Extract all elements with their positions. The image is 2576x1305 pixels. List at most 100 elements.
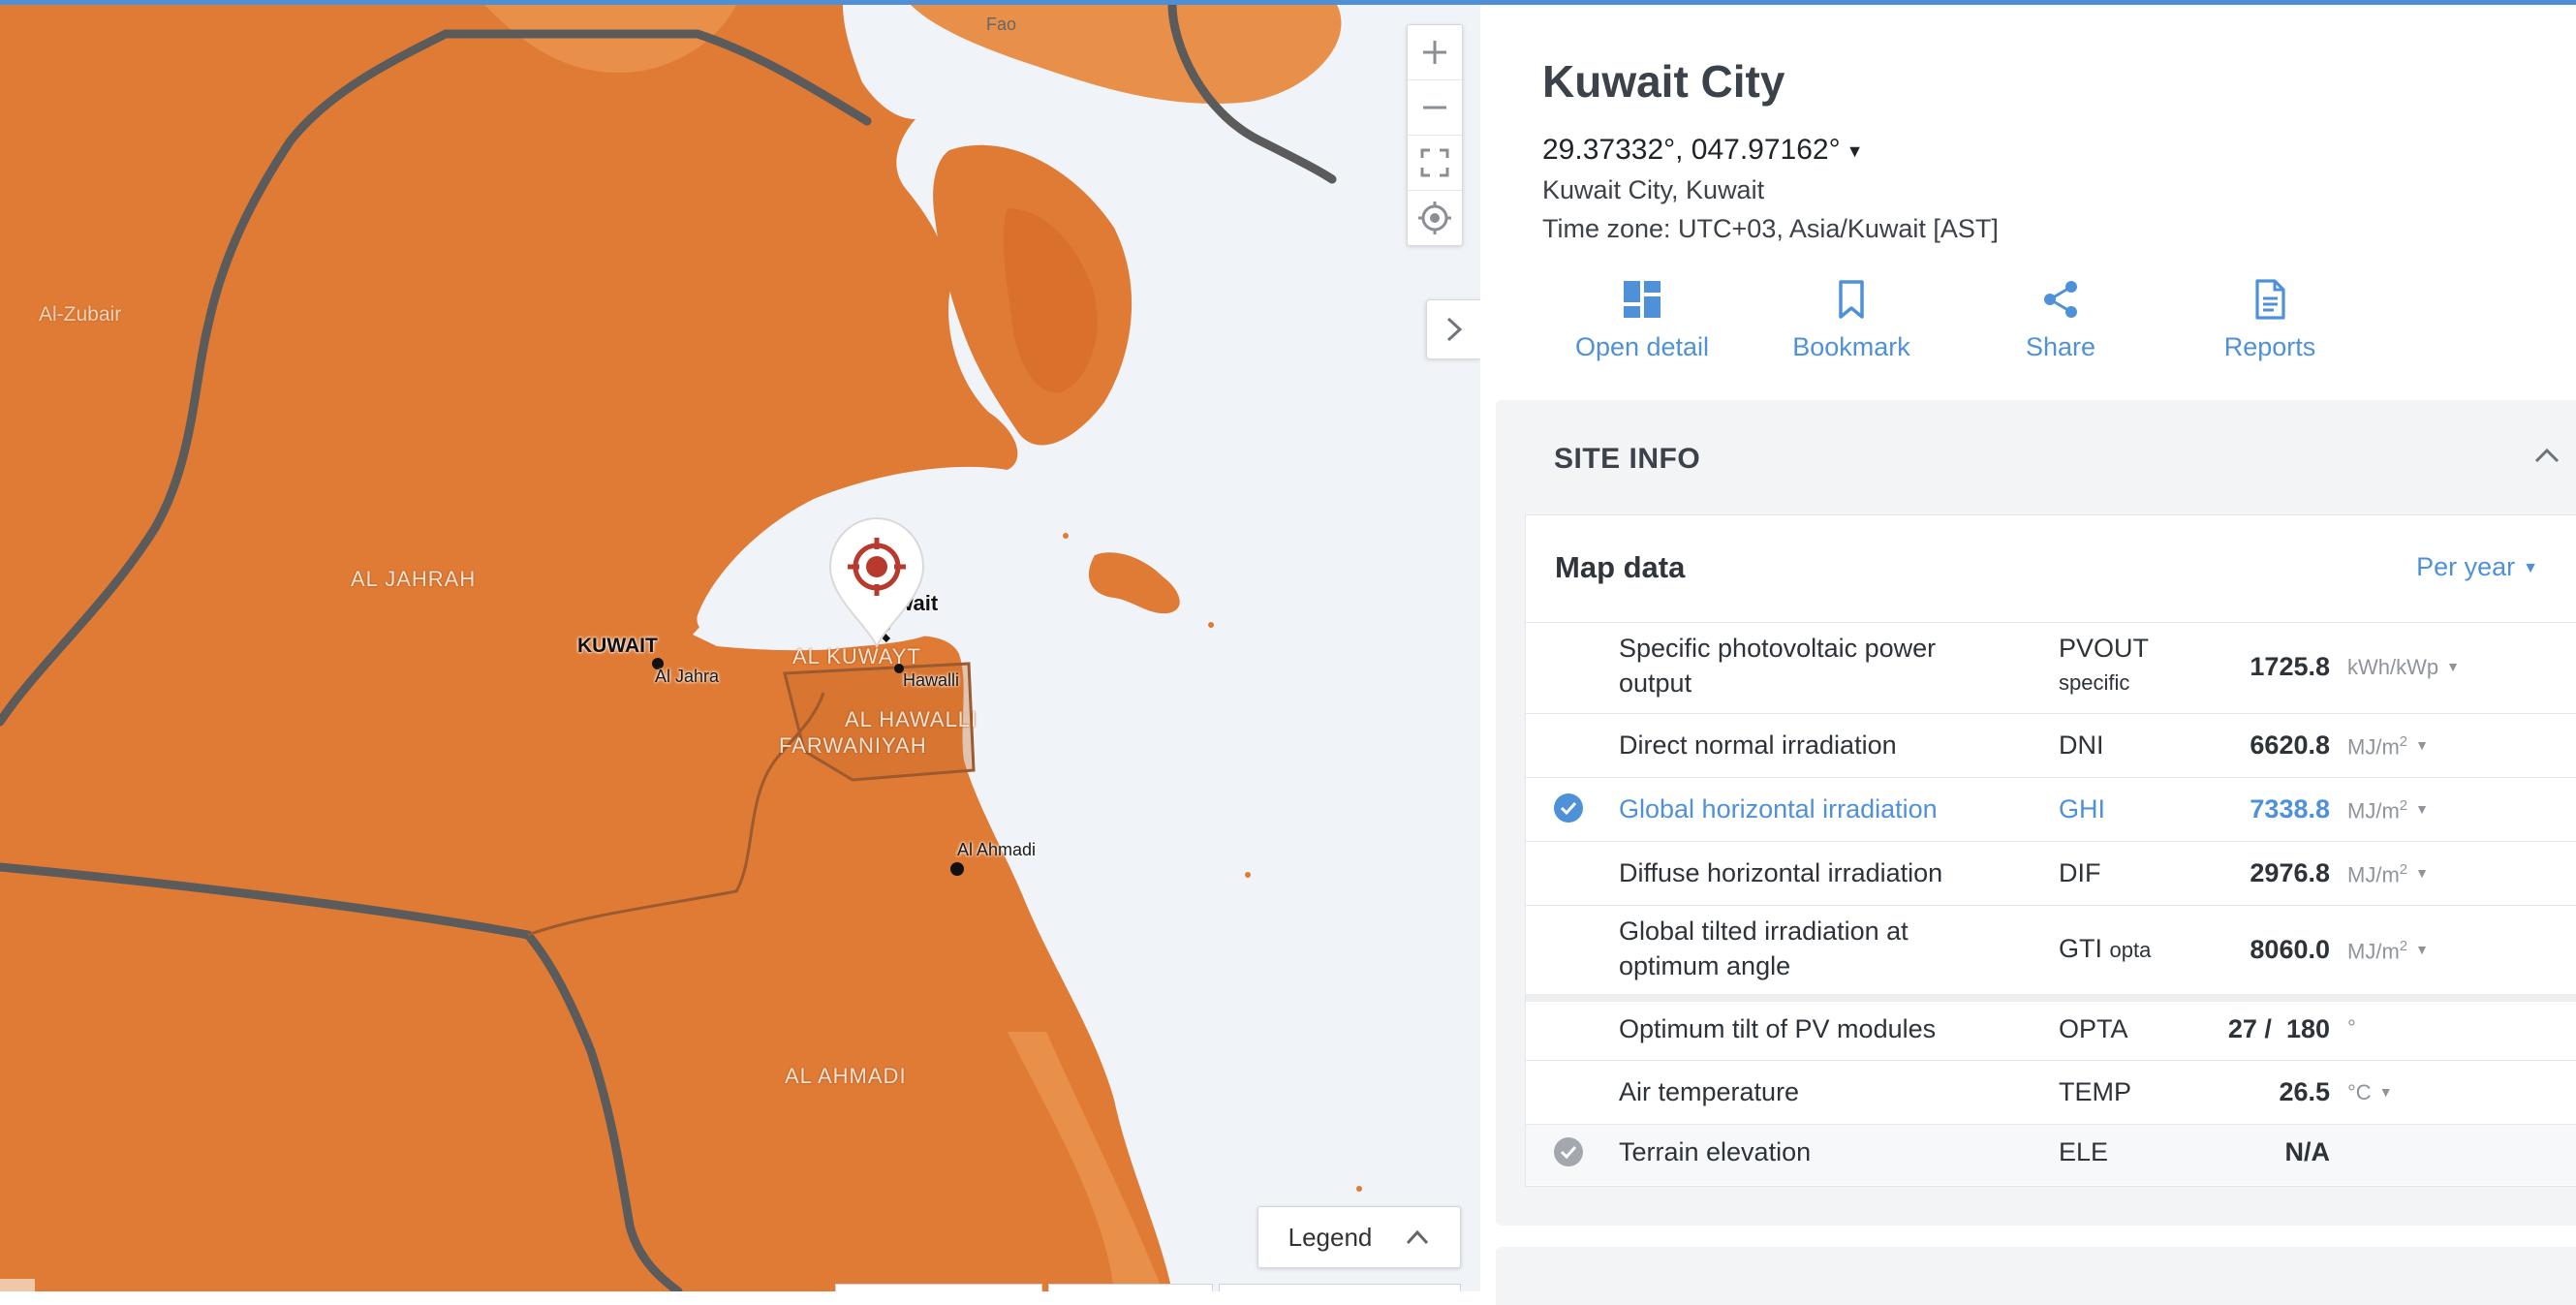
next-section-card xyxy=(1496,1247,2576,1305)
row-value: 6620.8 xyxy=(2250,730,2330,760)
caret-down-icon: ▼ xyxy=(2415,865,2429,881)
bookmark-button[interactable]: Bookmark xyxy=(1754,278,1948,362)
unit-dropdown[interactable]: MJ/m2 ▼ xyxy=(2347,797,2429,823)
coordinates-value: 29.37332°, 047.97162° xyxy=(1542,134,1841,166)
unit-dropdown[interactable]: MJ/m2 ▼ xyxy=(2347,733,2429,760)
chevron-right-icon xyxy=(1446,317,1463,342)
fullscreen-button[interactable] xyxy=(1408,136,1462,191)
row-name: Diffuse horizontal irradiation xyxy=(1619,858,1943,887)
site-info-toggle[interactable] xyxy=(2533,439,2560,472)
place-label-hawalli: Hawalli xyxy=(903,670,960,690)
unit-dropdown[interactable]: MJ/m2 ▼ xyxy=(2347,938,2429,964)
share-label: Share xyxy=(2025,332,2096,361)
map-bottom-tab[interactable] xyxy=(1048,1284,1213,1291)
al-ahmadi-dot xyxy=(950,862,964,876)
site-timezone: Time zone: UTC+03, Asia/Kuwait [AST] xyxy=(1542,214,1999,243)
site-info-section: SITE INFO Map data Per year ▼ Specific ph… xyxy=(1496,400,2576,1226)
place-label-al-ahmadi-city: Al Ahmadi xyxy=(957,840,1037,859)
row-value: 8060.0 xyxy=(2250,935,2330,964)
map-canvas[interactable]: ✖ xyxy=(0,5,1480,1291)
row-abbr: DIF xyxy=(2059,858,2101,887)
row-abbr: TEMP xyxy=(2059,1077,2132,1106)
bookmark-label: Bookmark xyxy=(1792,332,1910,361)
row-abbr: GTI opta xyxy=(2059,934,2152,963)
zoom-in-button[interactable] xyxy=(1408,25,1462,80)
minus-icon xyxy=(1423,106,1446,109)
crosshair-icon xyxy=(1418,202,1451,234)
period-dropdown[interactable]: Per year ▼ xyxy=(2416,552,2538,582)
place-label-al-hawalli: AL HAWALLI xyxy=(845,707,978,731)
row-value: 7338.8 xyxy=(2250,794,2330,823)
row-value: 2976.8 xyxy=(2250,858,2330,887)
map-controls xyxy=(1407,24,1463,246)
document-icon xyxy=(2255,279,2285,320)
site-location: Kuwait City, Kuwait xyxy=(1542,175,1765,204)
share-button[interactable]: Share xyxy=(1964,278,2157,362)
share-icon xyxy=(2044,281,2077,318)
map-bottom-tab[interactable] xyxy=(835,1284,1042,1291)
place-label-al-zubair: Al-Zubair xyxy=(39,303,122,326)
row-name: Terrain elevation xyxy=(1619,1137,1812,1166)
data-row-ghi[interactable]: Global horizontal irradiation GHI 7338.8… xyxy=(1526,777,2576,842)
caret-down-icon: ▼ xyxy=(2378,1084,2393,1100)
caret-down-icon: ▼ xyxy=(2415,801,2429,817)
place-label-al-jahra: Al Jahra xyxy=(655,667,720,686)
data-row-temp[interactable]: Air temperature TEMP 26.5 °C ▼ xyxy=(1526,1060,2576,1125)
action-bar: Open detail Bookmark Share Reports xyxy=(1480,278,2576,385)
chevron-up-icon xyxy=(2534,448,2560,463)
row-name: Direct normal irradiation xyxy=(1619,730,1897,760)
unit-dropdown[interactable]: kWh/kWp ▼ xyxy=(2347,655,2460,680)
place-label-al-jahrah: AL JAHRAH xyxy=(351,567,477,591)
row-abbr: DNI xyxy=(2059,730,2104,760)
row-value: N/A xyxy=(2284,1137,2331,1166)
plus-icon xyxy=(1423,41,1446,64)
site-title: Kuwait City xyxy=(1542,56,1785,107)
row-name: Optimum tilt of PV modules xyxy=(1619,1014,1937,1043)
row-value: 27 / 180 xyxy=(2227,1014,2330,1043)
caret-down-icon: ▼ xyxy=(2446,659,2460,674)
data-row-pvout[interactable]: Specific photovoltaic power output PVOUT… xyxy=(1526,622,2576,714)
reports-button[interactable]: Reports xyxy=(2173,278,2367,362)
dashboard-icon xyxy=(1624,281,1660,318)
legend-button[interactable]: Legend xyxy=(1257,1206,1461,1268)
site-panel: Kuwait City 29.37332°, 047.97162° ▼ Kuwai… xyxy=(1480,5,2576,1305)
legend-label: Legend xyxy=(1288,1222,1373,1252)
caret-down-icon: ▼ xyxy=(2523,559,2538,576)
chevron-up-icon xyxy=(1407,1229,1429,1245)
row-name: Specific photovoltaic power output xyxy=(1619,634,1937,698)
row-name: Global tilted irradiation at optimum ang… xyxy=(1619,917,1909,980)
site-info-heading[interactable]: SITE INFO xyxy=(1554,443,1700,476)
map-bottom-tab[interactable] xyxy=(1219,1284,1461,1291)
row-value: 26.5 xyxy=(2279,1077,2330,1106)
check-circle-icon[interactable] xyxy=(1553,792,1584,823)
data-row-dif[interactable]: Diffuse horizontal irradiation DIF 2976.… xyxy=(1526,841,2576,906)
row-unit: ° xyxy=(2347,1015,2356,1040)
data-row-dni[interactable]: Direct normal irradiation DNI 6620.8 MJ/… xyxy=(1526,713,2576,778)
unit-dropdown[interactable]: MJ/m2 ▼ xyxy=(2347,861,2429,887)
caret-down-icon: ▼ xyxy=(2415,737,2429,753)
reports-label: Reports xyxy=(2223,332,2316,361)
row-abbr: OPTA xyxy=(2059,1014,2128,1043)
caret-down-icon: ▼ xyxy=(1846,140,1864,161)
data-row-gti[interactable]: Global tilted irradiation at optimum ang… xyxy=(1526,905,2576,995)
zoom-out-button[interactable] xyxy=(1408,80,1462,136)
place-label-kuwait: KUWAIT xyxy=(577,635,658,657)
place-label-al-ahmadi: AL AHMADI xyxy=(785,1064,907,1088)
collapse-panel-button[interactable] xyxy=(1426,299,1480,359)
open-detail-button[interactable]: Open detail xyxy=(1545,278,1739,362)
data-row-ele[interactable]: Terrain elevation ELE N/A xyxy=(1526,1124,2576,1185)
place-label-fao: Fao xyxy=(986,15,1017,34)
map-view[interactable]: ✖ Fao Al-Zubair AL JAHRAH KUWAIT Al Jahr… xyxy=(0,5,1480,1291)
open-detail-label: Open detail xyxy=(1574,332,1710,361)
coordinates-selector[interactable]: 29.37332°, 047.97162° ▼ xyxy=(1542,134,1863,167)
check-circle-icon[interactable] xyxy=(1553,1136,1584,1167)
fullscreen-icon xyxy=(1420,148,1449,177)
locate-button[interactable] xyxy=(1408,191,1462,245)
data-row-opta[interactable]: Optimum tilt of PV modules OPTA 27 / 180… xyxy=(1526,994,2576,1060)
period-value: Per year xyxy=(2416,552,2516,581)
unit-dropdown[interactable]: °C ▼ xyxy=(2347,1080,2393,1105)
caret-down-icon: ▼ xyxy=(2415,942,2429,957)
row-name: Air temperature xyxy=(1619,1077,1800,1106)
location-pin-icon[interactable] xyxy=(828,516,925,652)
row-name: Global horizontal irradiation xyxy=(1619,794,1938,823)
